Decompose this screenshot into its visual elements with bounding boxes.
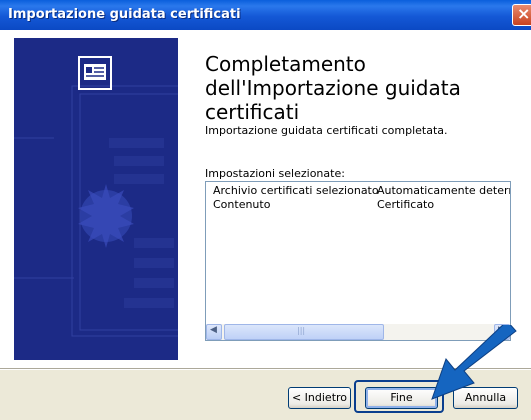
- certificate-icon: [78, 56, 112, 90]
- close-button[interactable]: ×: [512, 4, 531, 26]
- window-title: Importazione guidata certificati: [8, 7, 241, 22]
- setting-value: Automaticamente determi: [377, 184, 511, 197]
- wizard-window: Importazione guidata certificati × Compl…: [0, 0, 531, 420]
- page-title: Completamento dell'Importazione guidata …: [205, 52, 461, 124]
- grip-icon: |||: [297, 326, 306, 335]
- settings-list[interactable]: Archivio certificati selezionato Automat…: [205, 181, 511, 341]
- wizard-banner: [14, 38, 178, 360]
- setting-name: Contenuto: [213, 198, 271, 211]
- title-bar[interactable]: Importazione guidata certificati ×: [0, 0, 531, 30]
- close-icon: ×: [517, 4, 531, 23]
- scrollbar-thumb[interactable]: |||: [224, 324, 384, 340]
- setting-name: Archivio certificati selezionato: [213, 184, 379, 197]
- settings-label: Impostazioni selezionate:: [205, 167, 345, 180]
- back-button[interactable]: < Indietro: [288, 387, 351, 409]
- setting-value: Certificato: [377, 198, 435, 211]
- scroll-left-button[interactable]: ◀: [206, 324, 222, 340]
- completion-message: Importazione guidata certificati complet…: [205, 124, 448, 137]
- scroll-left-icon: ◀: [210, 325, 217, 335]
- pointer-arrow-icon: [431, 325, 517, 400]
